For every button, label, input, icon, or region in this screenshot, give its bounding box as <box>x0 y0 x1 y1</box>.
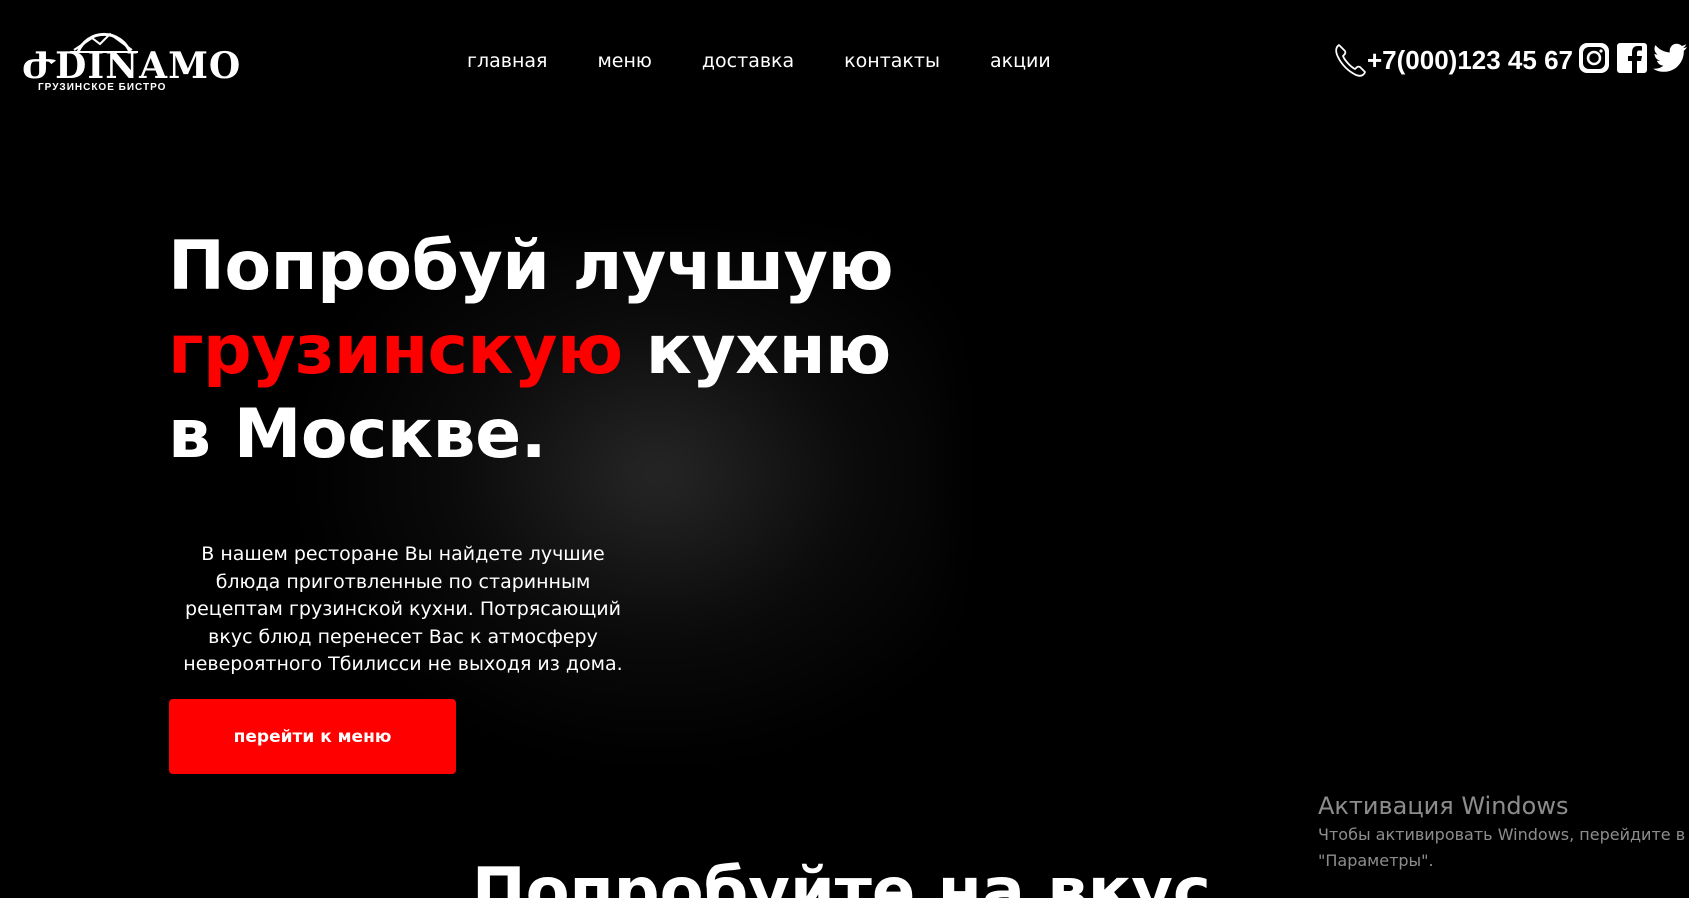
nav-item-contacts[interactable]: контакты <box>844 50 940 72</box>
nav-item-promotions[interactable]: акции <box>990 50 1051 72</box>
watermark-line1: Чтобы активировать Windows, перейдите в … <box>1318 825 1689 844</box>
watermark-line2: "Параметры". <box>1318 851 1434 870</box>
main-nav: главная меню доставка контакты акции <box>467 50 1101 72</box>
hero-title-line3: в Москве. <box>168 395 547 474</box>
nav-item-home[interactable]: главная <box>467 50 547 72</box>
page: ԺDINAMO ГРУЗИНСКОЕ БИСТРО главная меню д… <box>0 0 1689 898</box>
watermark-title: Активация Windows <box>1318 792 1569 820</box>
header-contacts: +7(000)123 45 67 <box>1333 40 1689 80</box>
hero-title-line2-rest: кухню <box>622 311 891 390</box>
twitter-icon[interactable] <box>1653 42 1689 78</box>
hero-title-accent: грузинскую <box>168 311 623 390</box>
section-title: Попробуйте на вкус <box>472 855 1211 898</box>
hero-description: В нашем ресторане Вы найдете лучшие блюд… <box>183 543 623 675</box>
social-links <box>1577 41 1689 79</box>
phone-icon[interactable] <box>1333 42 1367 78</box>
go-to-menu-button[interactable]: перейти к меню <box>169 699 456 774</box>
windows-activation-watermark: Активация Windows Чтобы активировать Win… <box>1318 790 1689 874</box>
nav-item-menu[interactable]: меню <box>597 50 651 72</box>
hero-title-line1: Попробуй лучшую <box>168 227 894 306</box>
nav-item-delivery[interactable]: доставка <box>702 50 794 72</box>
logo-name: ԺDINAMO <box>22 45 242 87</box>
hero-title: Попробуй лучшую грузинскую кухню в Москв… <box>168 225 894 477</box>
logo-subtitle: ГРУЗИНСКОЕ БИСТРО <box>38 82 167 93</box>
instagram-icon[interactable] <box>1577 41 1611 79</box>
logo[interactable]: ԺDINAMO ГРУЗИНСКОЕ БИСТРО <box>18 26 240 96</box>
facebook-icon[interactable] <box>1615 41 1649 79</box>
phone-number[interactable]: +7(000)123 45 67 <box>1367 45 1573 76</box>
